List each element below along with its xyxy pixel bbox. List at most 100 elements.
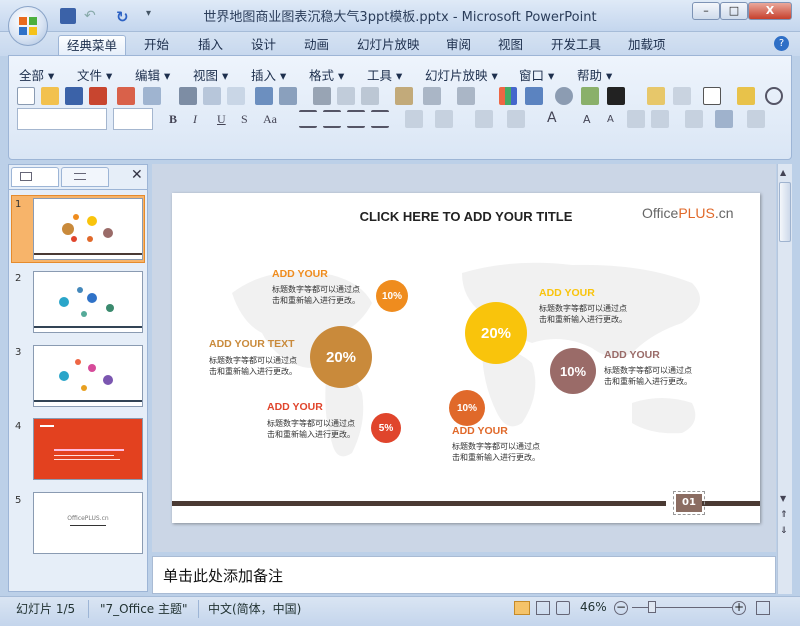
copy-icon[interactable] (337, 87, 355, 105)
new-slide-icon[interactable] (647, 87, 665, 105)
item-label[interactable]: ADD YOUR (604, 349, 660, 361)
menu-all[interactable]: 全部 ▾ (19, 65, 54, 84)
new-icon[interactable] (17, 87, 35, 105)
format-painter-icon[interactable] (395, 87, 413, 105)
bullets-icon[interactable] (507, 110, 525, 128)
arrange-icon[interactable] (685, 110, 703, 128)
menu-view[interactable]: 视图 ▾ (193, 65, 228, 84)
justify-icon[interactable] (371, 110, 389, 128)
slide-thumb-3[interactable] (33, 345, 143, 407)
slide-thumb-1[interactable] (33, 198, 143, 260)
slide-thumb-5[interactable]: OfficePLUS.cn (33, 492, 143, 554)
layout-select-icon[interactable] (673, 87, 691, 105)
close-pane-icon[interactable]: ✕ (131, 167, 143, 183)
slideshow-view-icon[interactable] (556, 601, 570, 615)
picture-icon[interactable] (581, 87, 599, 105)
page-number-box[interactable]: 01 (673, 491, 705, 515)
tab-review[interactable]: 审阅 (438, 35, 479, 56)
maximize-button[interactable]: □ (720, 2, 748, 20)
item-desc[interactable]: 标题数字等都可以通过点 击和重新输入进行更改。 (452, 441, 540, 463)
open-icon[interactable] (41, 87, 59, 105)
item-desc[interactable]: 标题数字等都可以通过点 击和重新输入进行更改。 (539, 303, 627, 325)
table-icon[interactable] (525, 87, 543, 105)
scroll-down-icon[interactable]: ▼ (780, 494, 786, 503)
columns-icon[interactable] (405, 110, 423, 128)
spelling-icon[interactable] (255, 87, 273, 105)
tab-addins[interactable]: 加载项 (620, 35, 674, 56)
tab-insert[interactable]: 插入 (190, 35, 231, 56)
item-label[interactable]: ADD YOUR (267, 401, 323, 413)
tab-outline[interactable] (61, 167, 109, 187)
font-size-select[interactable] (113, 108, 153, 130)
numbering-icon[interactable] (475, 110, 493, 128)
vertical-scrollbar[interactable]: ▲ ▼ ⇑ ⇓ (777, 164, 792, 594)
prev-slide-icon[interactable]: ⇑ (780, 510, 788, 520)
notes-pane[interactable]: 单击此处添加备注 (152, 556, 776, 594)
tab-slides[interactable] (11, 167, 59, 187)
menu-format[interactable]: 格式 ▾ (309, 65, 344, 84)
shapes-icon[interactable] (555, 87, 573, 105)
increase-indent-icon[interactable] (651, 110, 669, 128)
cut-icon[interactable] (313, 87, 331, 105)
percent-circle-yellow[interactable]: 20% (465, 302, 527, 364)
bold-icon[interactable]: B (169, 112, 177, 127)
folder-icon[interactable] (737, 87, 755, 105)
tab-slideshow[interactable]: 幻灯片放映 (349, 35, 428, 56)
textbox-icon[interactable] (703, 87, 721, 105)
slide-thumb-2[interactable] (33, 271, 143, 333)
tab-home[interactable]: 开始 (136, 35, 177, 56)
zoom-slider-thumb[interactable] (648, 601, 656, 613)
tab-view[interactable]: 视图 (490, 35, 531, 56)
percent-circle-rust[interactable]: 10% (449, 390, 485, 426)
item-desc[interactable]: 标题数字等都可以通过点 击和重新输入进行更改。 (272, 284, 360, 306)
menu-tools[interactable]: 工具 ▾ (367, 65, 402, 84)
percent-circle-red[interactable]: 5% (371, 413, 401, 443)
tab-classic-menu[interactable]: 经典菜单 (58, 35, 127, 56)
tab-developer[interactable]: 开发工具 (543, 35, 609, 56)
item-desc[interactable]: 标题数字等都可以通过点 击和重新输入进行更改。 (604, 365, 692, 387)
underline-icon[interactable]: U (217, 112, 226, 127)
line-spacing-icon[interactable] (435, 110, 453, 128)
slide-editor[interactable]: CLICK HERE TO ADD YOUR TITLE OfficePLUS.… (172, 193, 760, 523)
shadow-icon[interactable]: S (241, 112, 248, 127)
save-icon[interactable] (60, 8, 76, 24)
item-label[interactable]: ADD YOUR TEXT (209, 338, 295, 350)
zoom-in-icon[interactable]: + (732, 601, 746, 615)
tab-design[interactable]: 设计 (243, 35, 284, 56)
normal-view-icon[interactable] (514, 601, 530, 615)
font-small-icon[interactable]: A (607, 114, 614, 125)
redo-toolbar-icon[interactable] (457, 87, 475, 105)
office-button[interactable] (8, 6, 48, 46)
align-center-icon[interactable] (323, 110, 341, 128)
change-case-icon[interactable]: Aa (263, 112, 277, 127)
chart-icon[interactable] (499, 87, 517, 105)
print-preview-icon[interactable] (203, 87, 221, 105)
paste-icon[interactable] (361, 87, 379, 105)
align-right-icon[interactable] (347, 110, 365, 128)
undo-icon[interactable]: ↶ (84, 8, 100, 24)
close-button[interactable]: X (748, 2, 792, 20)
item-label[interactable]: ADD YOUR (272, 268, 328, 280)
font-name-select[interactable] (17, 108, 107, 130)
fit-window-icon[interactable] (756, 601, 770, 615)
quick-style-icon[interactable] (715, 110, 733, 128)
decrease-indent-icon[interactable] (627, 110, 645, 128)
item-desc[interactable]: 标题数字等都可以通过点 击和重新输入进行更改。 (209, 355, 297, 377)
minimize-button[interactable]: – (692, 2, 720, 20)
permission-icon[interactable] (117, 87, 135, 105)
menu-file[interactable]: 文件 ▾ (77, 65, 112, 84)
color-icon[interactable] (607, 87, 625, 105)
font-shrink-icon[interactable]: A (583, 113, 591, 126)
zoom-level[interactable]: 46% (580, 600, 607, 614)
scroll-thumb[interactable] (779, 182, 791, 242)
help-icon[interactable]: ? (774, 36, 789, 51)
research-icon[interactable] (279, 87, 297, 105)
percent-circle-mauve[interactable]: 10% (550, 348, 596, 394)
menu-insert[interactable]: 插入 ▾ (251, 65, 286, 84)
percent-circle-brown[interactable]: 20% (310, 326, 372, 388)
item-label[interactable]: ADD YOUR (539, 287, 595, 299)
save-icon-toolbar[interactable] (65, 87, 83, 105)
font-grow-icon[interactable]: A (547, 110, 557, 126)
layout-icon[interactable] (227, 87, 245, 105)
item-desc[interactable]: 标题数字等都可以通过点 击和重新输入进行更改。 (267, 418, 355, 440)
